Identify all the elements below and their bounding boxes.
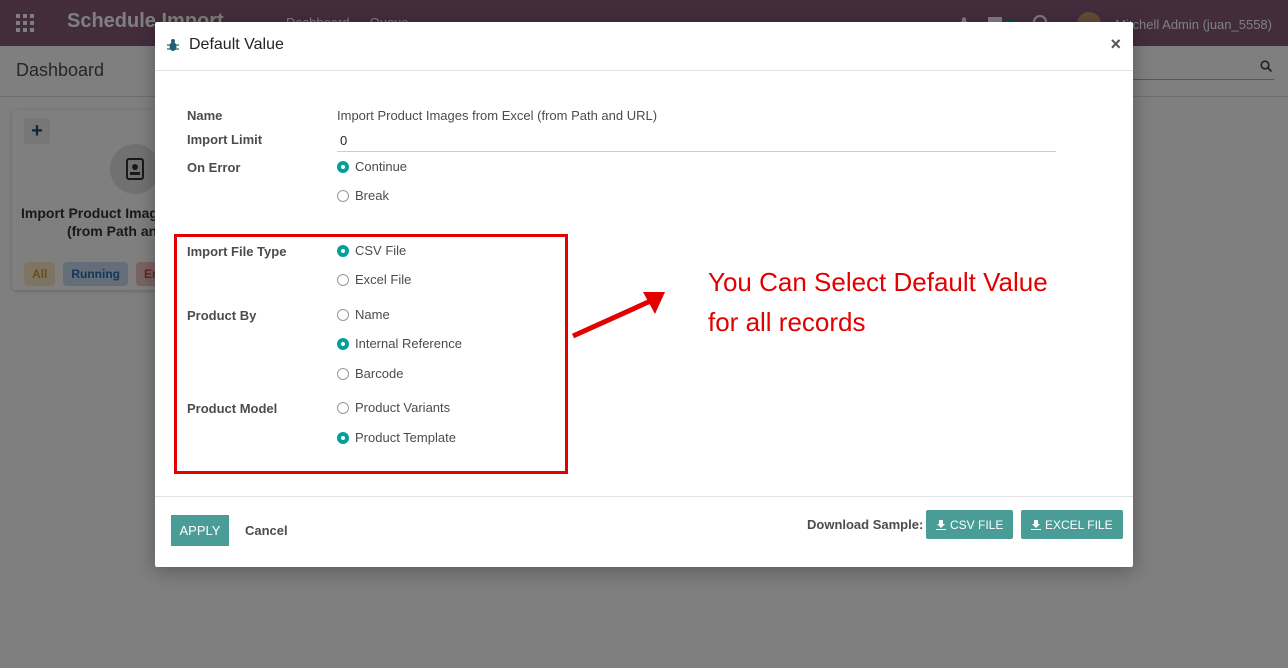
radio-unchecked-icon: [337, 308, 349, 321]
on-error-label: On Error: [187, 160, 241, 175]
radio-file-type-csv[interactable]: CSV File: [337, 243, 406, 258]
bug-icon: [167, 39, 179, 51]
radio-unchecked-icon: [337, 367, 349, 380]
radio-unchecked-icon: [337, 273, 349, 286]
default-value-dialog: Default Value × Name Import Product Imag…: [155, 22, 1133, 567]
import-file-type-label: Import File Type: [187, 244, 287, 259]
radio-file-type-excel[interactable]: Excel File: [337, 272, 411, 287]
radio-checked-icon: [337, 160, 349, 173]
modal-title: Default Value: [189, 36, 284, 53]
close-button[interactable]: ×: [1110, 34, 1121, 55]
name-value: Import Product Images from Excel (from P…: [337, 108, 658, 123]
radio-product-model-variants[interactable]: Product Variants: [337, 400, 450, 415]
radio-checked-icon: [337, 431, 349, 444]
radio-product-by-name[interactable]: Name: [337, 307, 390, 322]
radio-product-by-barcode[interactable]: Barcode: [337, 366, 403, 381]
red-arrow-icon: [571, 292, 665, 339]
product-by-label: Product By: [187, 308, 257, 323]
excel-file-label: EXCEL FILE: [1045, 517, 1113, 532]
radio-product-model-template[interactable]: Product Template: [337, 430, 456, 445]
radio-on-error-break[interactable]: Break: [337, 188, 389, 203]
csv-file-button[interactable]: CSV FILE: [926, 510, 1014, 539]
cancel-button[interactable]: Cancel: [245, 523, 288, 538]
radio-label: Name: [355, 307, 390, 322]
radio-label: Product Variants: [355, 400, 451, 415]
radio-checked-icon: [337, 337, 349, 350]
annotation-text: You Can Select Default Value for all rec…: [708, 267, 1048, 337]
product-model-label: Product Model: [187, 401, 278, 416]
radio-checked-icon: [337, 244, 349, 257]
radio-unchecked-icon: [337, 401, 349, 414]
radio-label: Excel File: [355, 272, 412, 287]
download-icon: [1031, 519, 1041, 530]
import-limit-label: Import Limit: [187, 132, 263, 147]
radio-label: Product Template: [355, 430, 456, 445]
import-limit-input[interactable]: [337, 129, 1056, 152]
radio-product-by-internal-reference[interactable]: Internal Reference: [337, 336, 462, 351]
radio-label: Barcode: [355, 366, 404, 381]
radio-unchecked-icon: [337, 189, 349, 202]
modal-header: Default Value ×: [155, 22, 1133, 71]
name-label: Name: [187, 108, 223, 123]
radio-label: Internal Reference: [355, 336, 462, 351]
radio-label: Continue: [355, 159, 408, 174]
modal-footer: APPLY Cancel Download Sample: CSV FILE E…: [155, 496, 1133, 567]
radio-on-error-continue[interactable]: Continue: [337, 159, 407, 174]
radio-label: Break: [355, 188, 389, 203]
download-icon: [936, 519, 946, 530]
download-sample-label: Download Sample:: [807, 517, 924, 532]
radio-label: CSV File: [355, 243, 407, 258]
excel-file-button[interactable]: EXCEL FILE: [1021, 510, 1123, 539]
apply-button[interactable]: APPLY: [171, 515, 229, 546]
csv-file-label: CSV FILE: [950, 517, 1004, 532]
